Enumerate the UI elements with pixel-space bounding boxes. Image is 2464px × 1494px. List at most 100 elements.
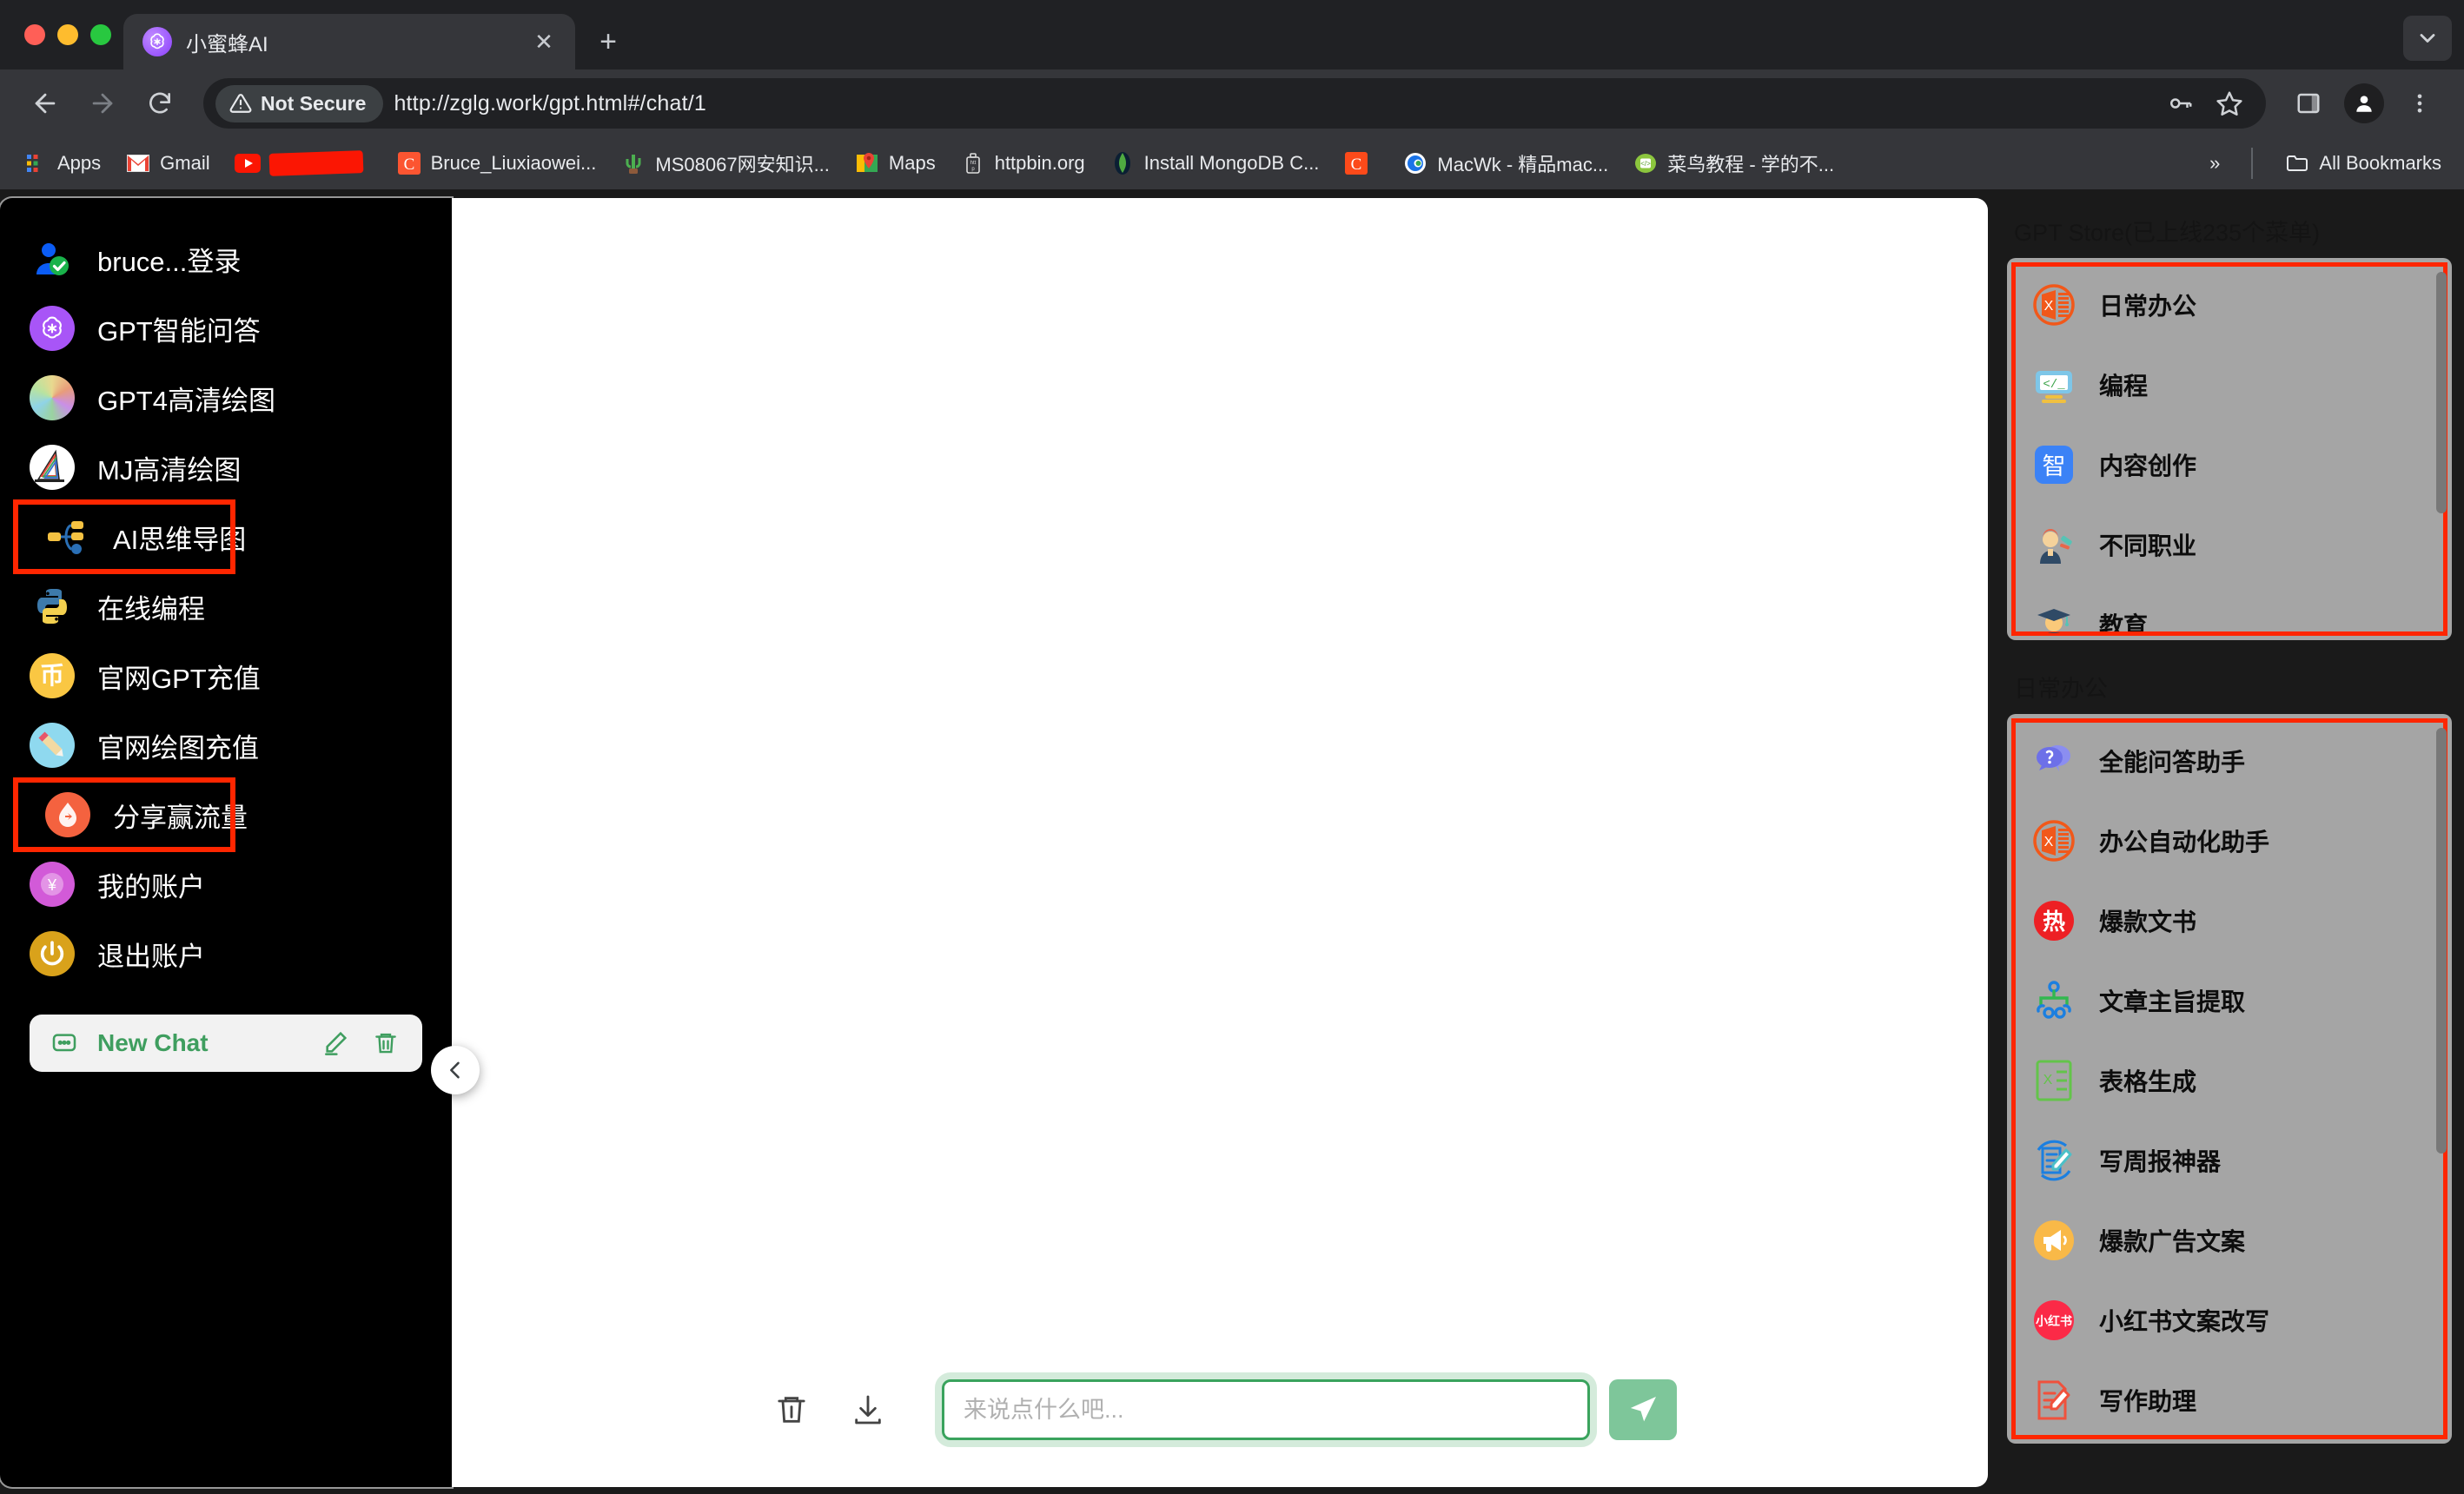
chat-list-item-new-chat[interactable]: New Chat [30,1015,422,1072]
svg-text:p: p [971,167,975,172]
warning-triangle-icon [229,94,252,113]
user-verified-icon [30,236,75,281]
sidebar-item-ai-mindmap[interactable]: AI思维导图 [13,499,246,574]
tool-item-xiaohongshu-rewrite[interactable]: 小红书 小红书文案改写 [2014,1280,2445,1360]
star-icon[interactable] [2207,81,2252,126]
bookmark-httpbin[interactable]: htt p httpbin.org [950,143,1096,183]
three-dot-menu-icon[interactable] [2394,78,2445,129]
mongodb-icon [1109,150,1136,176]
chevron-down-icon[interactable] [2403,16,2452,61]
bookmark-gmail[interactable]: Gmail [115,143,220,183]
pencil-edit-icon[interactable] [318,1026,353,1061]
megaphone-icon [2030,1216,2078,1265]
bookmark-label: Install MongoDB C... [1143,152,1320,174]
bookmark-mongodb[interactable]: Install MongoDB C... [1099,143,1330,183]
doc-pencil-red-icon [2030,1376,2078,1425]
back-button[interactable] [19,77,71,129]
category-label: 内容创作 [2099,453,2197,479]
sidebar-item-mj-image[interactable]: MJ高清绘图 [0,433,452,502]
bookmark-apps[interactable]: Apps [12,143,111,183]
maximize-window-button[interactable] [90,24,111,45]
xiaohongshu-icon: 小红书 [2030,1296,2078,1345]
chevron-left-icon [443,1058,467,1082]
bookmarks-overflow-button[interactable]: » [2199,145,2230,182]
minimize-window-button[interactable] [57,24,78,45]
gpt-store-panel: GPT Store(已上线235个菜单) X 日常办公 </_ 编程 智 内容创… [1988,189,2464,1494]
address-bar[interactable]: Not Secure http://zglg.work/gpt.html#/ch… [203,78,2266,129]
sidebar-collapse-button[interactable] [431,1046,480,1094]
daily-office-heading: 日常办公 [2014,676,2108,702]
sidebar-item-my-account[interactable]: ¥ 我的账户 [0,849,452,919]
sidebar-item-label: AI思维导图 [113,524,247,555]
category-item-professions[interactable]: 不同职业 [2014,505,2445,585]
send-button[interactable] [1609,1379,1677,1440]
scrollbar-thumb[interactable] [2436,272,2447,513]
tool-item-office-automation[interactable]: X 办公自动化助手 [2014,801,2445,881]
sidebar-item-gpt4-image[interactable]: GPT4高清绘图 [0,363,452,433]
tool-item-qa-assistant[interactable]: 全能问答助手 [2014,721,2445,801]
bookmark-macwk[interactable]: MacWk - 精品mac... [1392,142,1619,184]
category-item-content-creation[interactable]: 智 内容创作 [2014,425,2445,505]
browser-window: 小蜜蜂AI ✕ + Not Secure http://zglg.work/gp… [0,0,2464,1494]
google-maps-icon [854,150,880,176]
tool-item-table-generation[interactable]: X 表格生成 [2014,1041,2445,1120]
sidebar-item-gpt-qa[interactable]: GPT智能问答 [0,294,452,363]
bookmark-redacted[interactable] [224,143,382,183]
category-label: 不同职业 [2099,532,2197,559]
bookmark-runoob[interactable]: </> 菜鸟教程 - 学的不... [1622,142,1845,184]
profile-avatar-icon[interactable] [2339,78,2389,129]
tool-label: 爆款文书 [2099,909,2197,935]
bookmark-csdn-2[interactable]: C [1333,143,1388,183]
divider [2251,148,2254,179]
tool-label: 全能问答助手 [2099,749,2246,776]
sidebar-item-share-traffic[interactable]: 分享赢流量 [13,777,248,852]
svg-text:小红书: 小红书 [2036,1314,2072,1328]
security-status-badge[interactable]: Not Secure [215,84,384,122]
all-bookmarks-button[interactable]: All Bookmarks [2274,143,2452,183]
tool-item-hot-documents[interactable]: 热 爆款文书 [2014,881,2445,961]
highlight-box: 全能问答助手 X 办公自动化助手 热 爆款文书 文章主旨提取 X 表格生成 写周… [2011,718,2447,1439]
new-tab-button[interactable]: + [586,19,631,64]
sidebar-item-image-topup[interactable]: 官网绘图充值 [0,711,452,780]
sidebar-item-online-coding[interactable]: 在线编程 [0,572,452,641]
tool-item-ad-copywriting[interactable]: 爆款广告文案 [2014,1200,2445,1280]
category-label: 教育 [2099,612,2149,633]
forward-button[interactable] [76,77,129,129]
bookmark-label: MS08067网安知识... [655,154,830,175]
bookmark-ms08067[interactable]: MS08067网安知识... [610,142,840,184]
app-sidebar: bruce...登录 GPT智能问答 GPT4高清绘图 MJ高清绘图 AI思维导… [0,198,452,1487]
close-window-button[interactable] [24,24,45,45]
sidebar-item-label: GPT智能问答 [97,315,261,347]
category-item-daily-office[interactable]: X 日常办公 [2014,265,2445,345]
clear-conversation-button[interactable] [763,1381,820,1438]
tool-item-writing-assistant[interactable]: 写作助理 [2014,1360,2445,1437]
reload-button[interactable] [134,77,186,129]
download-icon[interactable] [839,1381,897,1438]
category-item-programming[interactable]: </_ 编程 [2014,345,2445,425]
svg-text:智: 智 [2043,453,2066,479]
window-traffic-lights [16,0,123,69]
sidebar-item-label: GPT4高清绘图 [97,385,275,416]
folder-icon [2284,150,2310,176]
scrollbar-thumb[interactable] [2436,728,2447,1154]
key-icon[interactable] [2158,81,2203,126]
sidebar-item-account-login[interactable]: bruce...登录 [0,224,452,294]
doc-pencil-blue-icon [2030,1136,2078,1185]
category-item-education[interactable]: 教育 [2014,585,2445,633]
trash-icon[interactable] [368,1026,403,1061]
bookmark-csdn[interactable]: C Bruce_Liuxiaowei... [386,143,607,183]
gpt-store-heading: GPT Store(已上线235个菜单) [2014,220,2321,246]
sidebar-item-label: 退出账户 [97,941,205,972]
browser-tab[interactable]: 小蜜蜂AI ✕ [123,14,575,69]
side-panel-icon[interactable] [2283,78,2334,129]
message-input[interactable] [935,1372,1597,1447]
bookmark-maps[interactable]: Maps [844,143,946,183]
close-icon[interactable]: ✕ [528,26,560,57]
tool-item-weekly-report[interactable]: 写周报神器 [2014,1120,2445,1200]
tool-item-article-summary[interactable]: 文章主旨提取 [2014,961,2445,1041]
highlight-box: X 日常办公 </_ 编程 智 内容创作 不同职业 教育 [2011,262,2447,636]
category-label: 日常办公 [2099,293,2197,320]
sidebar-item-logout[interactable]: 退出账户 [0,919,452,988]
sidebar-item-gpt-topup[interactable]: 币 官网GPT充值 [0,641,452,711]
svg-text:C: C [1351,155,1362,174]
